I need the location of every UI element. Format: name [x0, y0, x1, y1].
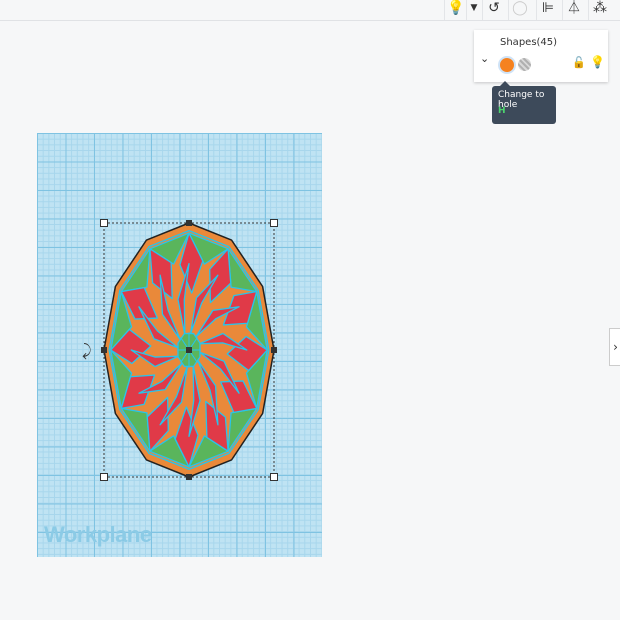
- resize-handle[interactable]: [100, 219, 108, 227]
- design-canvas[interactable]: ⤸: [0, 0, 620, 620]
- resize-handle[interactable]: [101, 347, 107, 353]
- resize-handle[interactable]: [271, 347, 277, 353]
- resize-handle[interactable]: [186, 220, 192, 226]
- rotate-handle-icon[interactable]: ⤸: [82, 341, 92, 360]
- resize-handle[interactable]: [186, 474, 192, 480]
- resize-handle[interactable]: [100, 473, 108, 481]
- resize-handle[interactable]: [186, 347, 192, 353]
- resize-handle[interactable]: [270, 473, 278, 481]
- resize-handle[interactable]: [270, 219, 278, 227]
